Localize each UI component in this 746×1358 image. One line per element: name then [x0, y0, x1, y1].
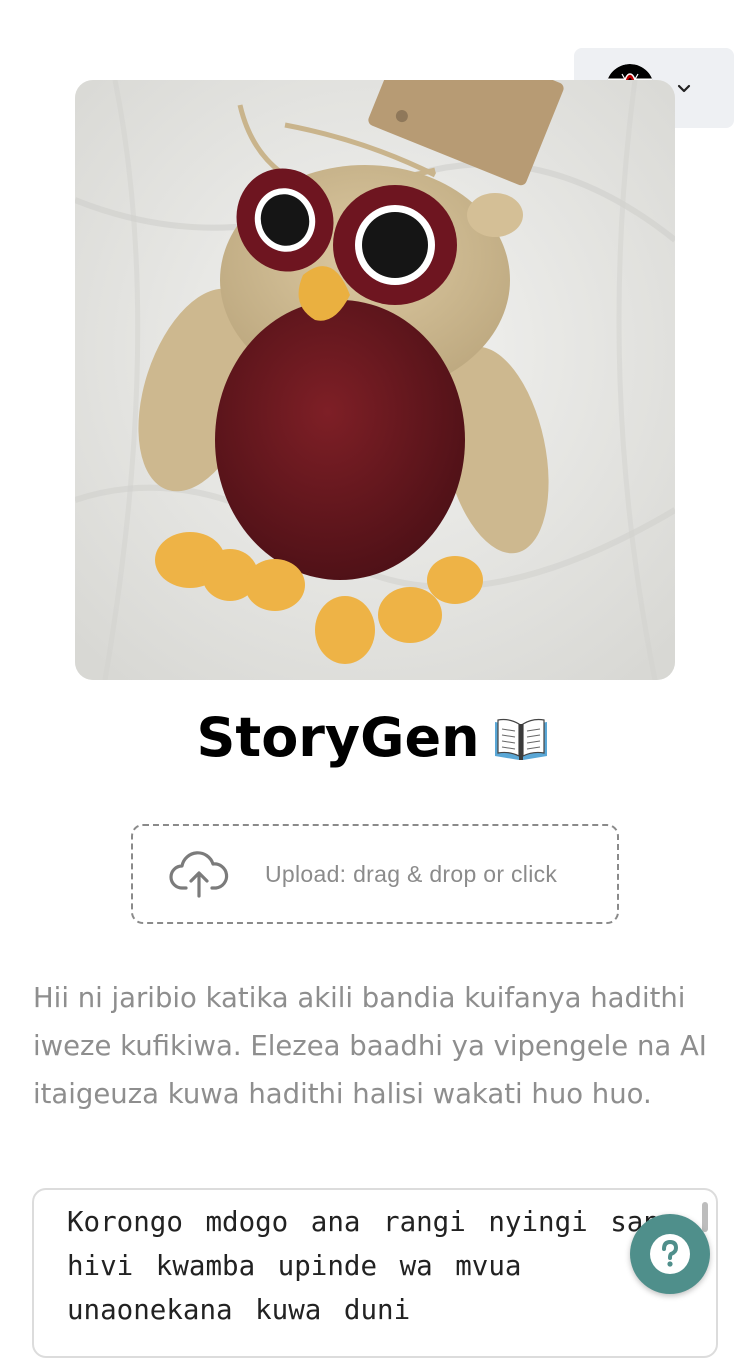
description-text: Hii ni jaribio katika akili bandia kuifa… — [33, 982, 707, 1110]
crocheted-owl-image — [75, 80, 675, 680]
story-input-scrollbar[interactable] — [702, 1202, 708, 1232]
title-text: StoryGen — [196, 706, 480, 769]
question-mark-icon — [650, 1234, 690, 1274]
help-button[interactable] — [630, 1214, 710, 1294]
page-title: StoryGen — [0, 700, 746, 776]
upload-dropzone[interactable]: Upload: drag & drop or click — [131, 824, 619, 924]
story-input-value[interactable]: Korongo mdogo ana rangi nyingi sana hivi… — [67, 1200, 677, 1332]
upload-label: Upload: drag & drop or click — [265, 860, 558, 887]
cloud-upload-icon — [169, 851, 229, 898]
story-input[interactable]: Korongo mdogo ana rangi nyingi sana hivi… — [32, 1188, 718, 1358]
hero-image — [75, 80, 675, 680]
chevron-down-icon — [677, 84, 691, 93]
open-book-icon — [494, 718, 547, 760]
